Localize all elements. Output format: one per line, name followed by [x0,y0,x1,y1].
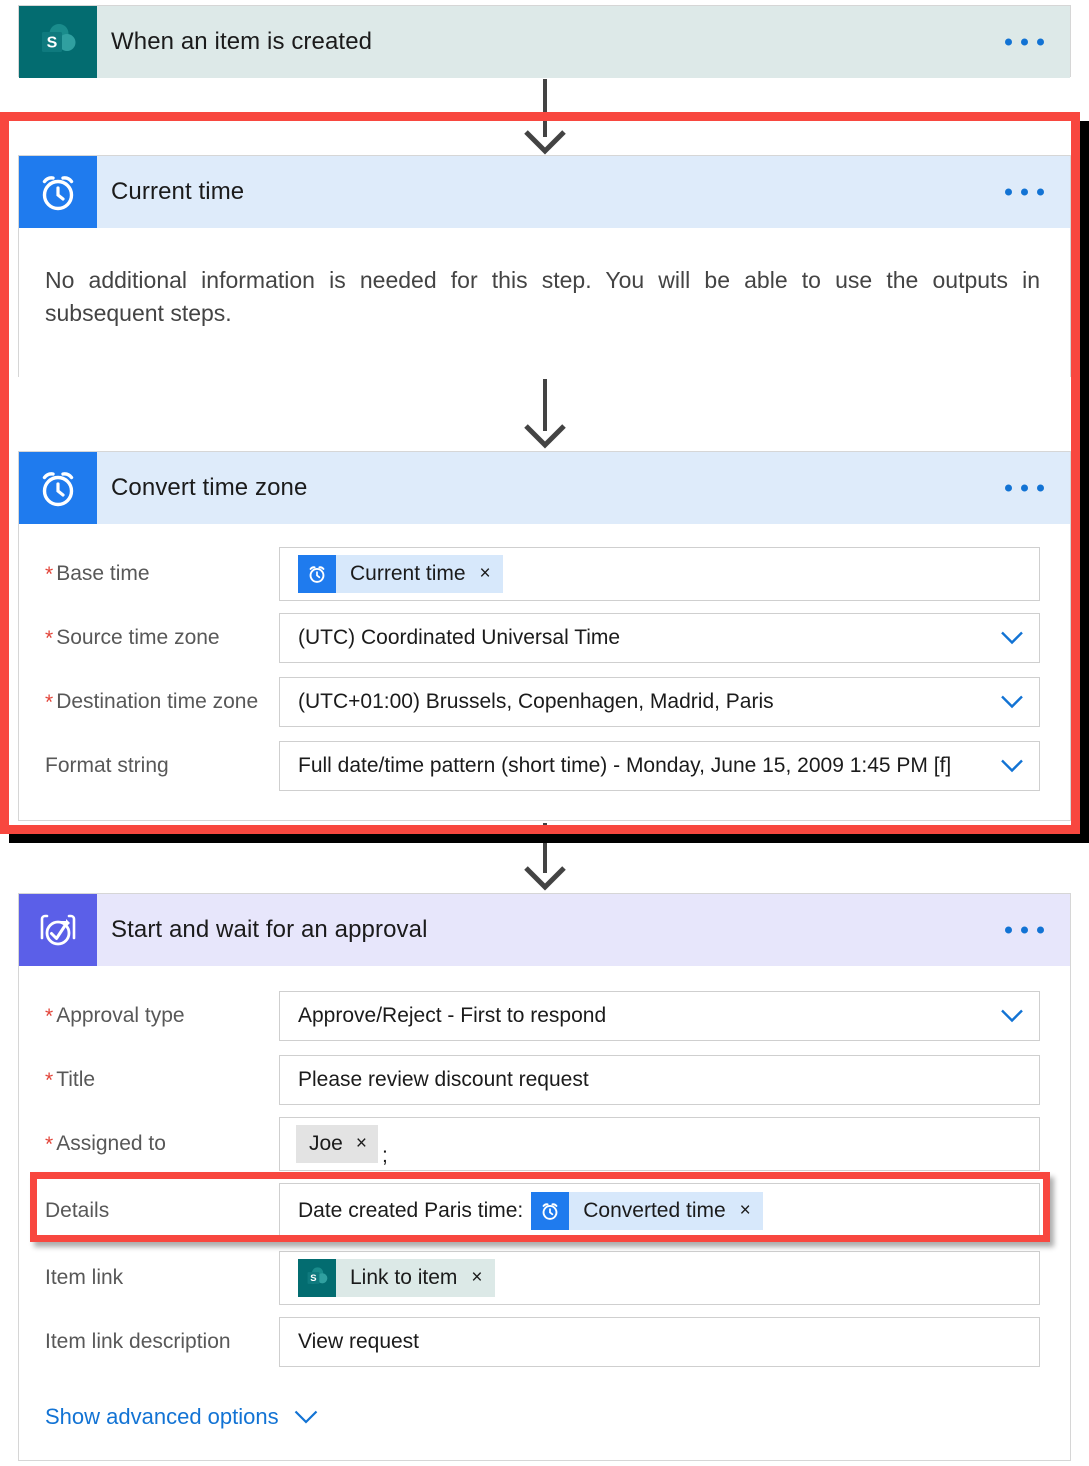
form-row-details: Details Date created Paris time: Convert… [19,1176,1070,1246]
sharepoint-icon: S [19,6,97,78]
power-automate-flow-canvas: S When an item is created Current time N… [0,0,1089,1466]
required-indicator: * [45,1132,54,1156]
token-body: Converted time × [569,1192,763,1230]
show-advanced-options-label: Show advanced options [45,1404,279,1429]
step-header[interactable]: S When an item is created [19,6,1070,78]
step-title: Current time [111,178,245,205]
person-pill-joe[interactable]: Joe × [296,1125,378,1163]
step-body: * Base time Current time × * Source time… [19,524,1070,808]
required-indicator: * [45,1068,54,1092]
connector-arrow [524,379,566,451]
flow-step-start-and-wait-for-an-approval[interactable]: Start and wait for an approval * Approva… [18,893,1071,1461]
destination-time-zone-dropdown[interactable]: (UTC+01:00) Brussels, Copenhagen, Madrid… [279,677,1040,727]
form-row-item-link-description: Item link description View request [19,1310,1070,1374]
assigned-to-separator: ; [381,1144,388,1167]
required-indicator: * [45,1004,54,1028]
approval-icon [19,894,97,966]
step-body: * Approval type Approve/Reject - First t… [19,966,1070,1440]
alarm-clock-icon [19,452,97,524]
form-row-item-link: Item link S Link to item × [19,1246,1070,1310]
flow-step-convert-time-zone[interactable]: Convert time zone * Base time Current ti… [18,451,1071,821]
connector-arrow [524,823,566,893]
selected-value: Full date/time pattern (short time) - Mo… [298,754,952,777]
field-label-title: * Title [45,1068,96,1092]
field-label-destination-time-zone: * Destination time zone [45,690,259,714]
details-prefix-text: Date created Paris time: [298,1199,524,1222]
token-label: Current time [350,562,466,585]
selected-value: (UTC+01:00) Brussels, Copenhagen, Madrid… [298,690,774,713]
form-row-destination-time-zone: * Destination time zone (UTC+01:00) Brus… [19,670,1070,734]
token-body: Current time × [336,555,503,593]
remove-person-icon[interactable]: × [356,1133,367,1155]
step-header[interactable]: Convert time zone [19,452,1070,524]
field-label-item-link: Item link [45,1266,124,1289]
token-body: Link to item × [336,1259,495,1297]
chevron-down-icon[interactable] [294,1404,318,1430]
required-indicator: * [45,690,54,714]
field-label-format-string: Format string [45,754,169,777]
item-link-description-input[interactable]: View request [279,1317,1040,1367]
token-current-time[interactable]: Current time × [298,555,503,593]
remove-token-icon[interactable]: × [740,1200,751,1222]
flow-step-when-an-item-is-created[interactable]: S When an item is created [18,5,1071,78]
more-options-button[interactable] [1005,38,1044,46]
form-row-base-time: * Base time Current time × [19,542,1070,606]
form-row-source-time-zone: * Source time zone (UTC) Coordinated Uni… [19,606,1070,670]
selected-value: Approve/Reject - First to respond [298,1004,607,1027]
connector-arrow [524,79,566,155]
approval-type-dropdown[interactable]: Approve/Reject - First to respond [279,991,1040,1041]
chevron-down-icon[interactable] [1001,631,1023,645]
svg-text:S: S [47,35,58,52]
format-string-dropdown[interactable]: Full date/time pattern (short time) - Mo… [279,741,1040,791]
required-indicator: * [45,562,54,586]
step-info-text: No additional information is needed for … [45,267,1040,327]
show-advanced-options-link[interactable]: Show advanced options [19,1374,1070,1430]
sharepoint-icon: S [298,1259,336,1297]
more-options-button[interactable] [1005,188,1044,196]
form-row-approval-type: * Approval type Approve/Reject - First t… [19,984,1070,1048]
source-time-zone-dropdown[interactable]: (UTC) Coordinated Universal Time [279,613,1040,663]
person-name: Joe [309,1132,343,1155]
input-value: View request [298,1330,420,1353]
required-indicator: * [45,626,54,650]
title-input[interactable]: Please review discount request [279,1055,1040,1105]
details-input[interactable]: Date created Paris time: Converted time … [279,1183,1040,1239]
chevron-down-icon[interactable] [1001,1009,1023,1023]
more-options-button[interactable] [1005,926,1044,934]
step-title: Convert time zone [111,474,308,501]
token-label: Link to item [350,1266,458,1289]
token-converted-time[interactable]: Converted time × [531,1192,763,1230]
item-link-input[interactable]: S Link to item × [279,1251,1040,1305]
step-header[interactable]: Start and wait for an approval [19,894,1070,966]
step-body: No additional information is needed for … [19,228,1070,393]
base-time-input[interactable]: Current time × [279,547,1040,601]
step-title: When an item is created [111,28,373,55]
field-label-details: Details [45,1199,110,1222]
step-title: Start and wait for an approval [111,916,428,943]
form-row-title: * Title Please review discount request [19,1048,1070,1112]
token-label: Converted time [583,1199,726,1222]
field-label-assigned-to: * Assigned to [45,1132,166,1156]
selected-value: (UTC) Coordinated Universal Time [298,626,621,649]
flow-step-current-time[interactable]: Current time No additional information i… [18,155,1071,393]
field-label-approval-type: * Approval type [45,1004,185,1028]
form-row-format-string: Format string Full date/time pattern (sh… [19,734,1070,798]
remove-token-icon[interactable]: × [480,563,491,585]
alarm-clock-icon [531,1192,570,1230]
chevron-down-icon[interactable] [1001,695,1023,709]
assigned-to-input[interactable]: Joe × ; [279,1117,1040,1171]
remove-token-icon[interactable]: × [471,1267,482,1289]
alarm-clock-icon [298,555,336,593]
field-label-base-time: * Base time [45,562,150,586]
field-label-item-link-description: Item link description [45,1330,231,1353]
more-options-button[interactable] [1005,484,1044,492]
svg-text:S: S [310,1273,316,1284]
step-header[interactable]: Current time [19,156,1070,228]
input-value: Please review discount request [298,1068,589,1091]
form-row-assigned-to: * Assigned to Joe × ; [19,1112,1070,1176]
token-link-to-item[interactable]: S Link to item × [298,1259,495,1297]
alarm-clock-icon [19,156,97,228]
field-label-source-time-zone: * Source time zone [45,626,220,650]
chevron-down-icon[interactable] [1001,759,1023,773]
